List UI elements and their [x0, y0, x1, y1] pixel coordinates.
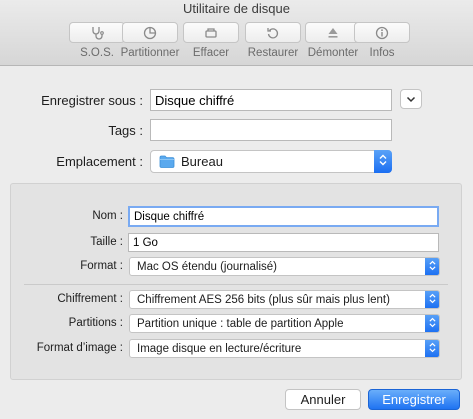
toolbar-partition[interactable]: Partitionner [115, 22, 185, 64]
up-down-arrows-icon [429, 317, 436, 331]
name-label: Nom : [92, 210, 123, 222]
encryption-value: Chiffrement AES 256 bits (plus sûr mais … [137, 293, 390, 306]
size-label: Taille : [90, 236, 123, 248]
encryption-label: Chiffrement : [57, 293, 123, 305]
info-label: Infos [369, 47, 395, 59]
info-button[interactable] [354, 22, 410, 43]
restore-icon [266, 26, 280, 40]
format-stepper[interactable] [425, 258, 439, 275]
save-button[interactable]: Enregistrer [368, 389, 460, 410]
erase-label: Effacer [192, 47, 230, 59]
erase-button[interactable] [183, 22, 239, 43]
cancel-button[interactable]: Annuler [285, 389, 361, 410]
partitions-popup[interactable]: Partition unique : table de partition Ap… [129, 314, 440, 333]
partitions-stepper[interactable] [425, 315, 439, 332]
location-stepper[interactable] [374, 150, 392, 173]
image-format-value: Image disque en lecture/écriture [137, 342, 302, 355]
encryption-popup[interactable]: Chiffrement AES 256 bits (plus sûr mais … [129, 290, 440, 309]
format-value: Mac OS étendu (journalisé) [137, 260, 277, 273]
chevron-down-icon [406, 90, 416, 108]
info-icon [375, 26, 389, 40]
save-as-field[interactable] [150, 89, 392, 111]
pie-chart-icon [143, 26, 157, 40]
up-down-arrows-icon [429, 342, 436, 356]
location-popup[interactable]: Bureau [150, 150, 392, 173]
title-bar: Utilitaire de disque S.O.S. Partitionner… [0, 0, 473, 66]
size-field[interactable] [128, 233, 439, 252]
name-field[interactable] [128, 206, 439, 227]
image-format-label: Format d’image : [36, 342, 123, 354]
location-value: Bureau [181, 154, 223, 169]
expand-sheet-button[interactable] [400, 89, 422, 109]
format-label: Format : [80, 260, 123, 272]
up-down-arrows-icon [429, 260, 436, 274]
tags-label: Tags : [108, 123, 143, 138]
up-down-arrows-icon [379, 154, 387, 169]
stethoscope-icon [90, 26, 104, 40]
save-as-label: Enregistrer sous : [41, 93, 143, 108]
erase-icon [204, 26, 218, 40]
toolbar-erase[interactable]: Effacer [176, 22, 246, 64]
eject-icon [326, 26, 340, 40]
partition-button[interactable] [122, 22, 178, 43]
tags-field[interactable] [150, 119, 392, 141]
encryption-stepper[interactable] [425, 291, 439, 308]
window-title: Utilitaire de disque [183, 1, 290, 16]
folder-icon [159, 155, 175, 168]
up-down-arrows-icon [429, 293, 436, 307]
panel-divider [24, 284, 448, 285]
location-label: Emplacement : [56, 154, 143, 169]
restore-button[interactable] [245, 22, 301, 43]
image-format-popup[interactable]: Image disque en lecture/écriture [129, 339, 440, 358]
partitions-label: Partitions : [68, 317, 123, 329]
partition-label: Partitionner [120, 47, 180, 59]
image-format-stepper[interactable] [425, 340, 439, 357]
toolbar-info[interactable]: Infos [347, 22, 417, 64]
format-popup[interactable]: Mac OS étendu (journalisé) [129, 257, 440, 276]
partitions-value: Partition unique : table de partition Ap… [137, 317, 344, 330]
